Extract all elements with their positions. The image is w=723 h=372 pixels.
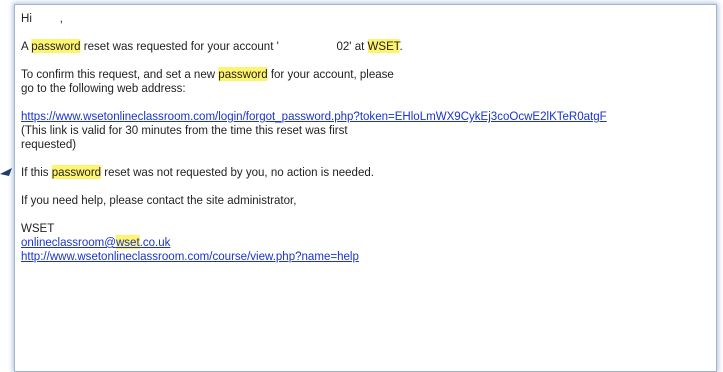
help-page-link[interactable]: http://www.wsetonlineclassroom.com/cours… (21, 249, 359, 263)
reset-password-link[interactable]: https://www.wsetonlineclassroom.com/logi… (21, 109, 607, 123)
keyword-highlight: password (31, 39, 81, 53)
contact-email-link[interactable]: onlineclassroom@wset.co.uk (21, 235, 170, 249)
validity-line-2: requested) (21, 137, 77, 151)
ignore-line: If this password reset was not requested… (21, 165, 374, 179)
help-line: If you need help, please contact the sit… (21, 193, 297, 207)
confirm-line: To confirm this request, and set a new p… (21, 67, 394, 81)
org-highlight: WSET (367, 39, 400, 53)
confirm-line-2: go to the following web address: (21, 81, 186, 95)
email-body-panel: Hi, A password reset was requested for y… (14, 4, 717, 372)
keyword-highlight: password (51, 165, 102, 179)
keyword-highlight: password (218, 67, 268, 81)
validity-line: (This link is valid for 30 minutes from … (21, 123, 348, 137)
greeting-line: Hi, (21, 11, 63, 25)
keyword-highlight: wset (115, 235, 140, 249)
signature-email-line: onlineclassroom@wset.co.uk (21, 235, 716, 249)
pointer-arrow-icon (0, 168, 12, 176)
help-url-line: http://www.wsetonlineclassroom.com/cours… (21, 249, 716, 263)
email-content: Hi, A password reset was requested for y… (21, 11, 716, 263)
signature-org: WSET (21, 221, 55, 235)
reset-link-line: https://www.wsetonlineclassroom.com/logi… (21, 109, 716, 123)
reset-request-line: A password reset was requested for your … (21, 39, 403, 53)
